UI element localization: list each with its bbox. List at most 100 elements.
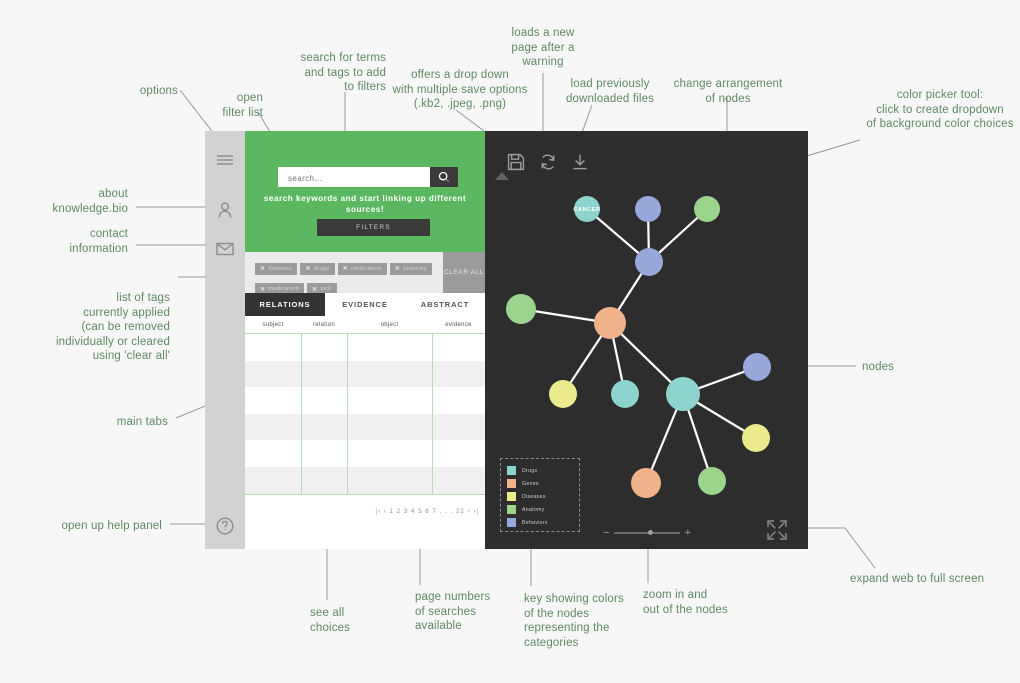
- expand-arrows-icon[interactable]: [766, 519, 790, 543]
- menu-icon[interactable]: [205, 143, 245, 177]
- tag-label: medication: [268, 286, 300, 292]
- app-window: search keywords and start linking up dif…: [205, 131, 808, 549]
- legend-row: Genes: [507, 477, 573, 490]
- clear-all-button[interactable]: CLEAR ALL: [443, 252, 485, 293]
- legend-swatch: [507, 518, 516, 527]
- zoom-slider-track[interactable]: [614, 530, 680, 536]
- annotation-key-colors: key showing colors of the nodes represen…: [524, 593, 624, 649]
- table-row[interactable]: [245, 387, 485, 414]
- tag-remove-icon[interactable]: ✕: [260, 286, 265, 293]
- table-row[interactable]: [245, 466, 485, 494]
- search-panel: search keywords and start linking up dif…: [245, 131, 485, 252]
- search-field-wrapper[interactable]: [278, 167, 430, 189]
- tag-remove-icon[interactable]: ✕: [343, 265, 348, 272]
- graph-node[interactable]: [742, 424, 770, 452]
- user-icon[interactable]: [205, 193, 245, 227]
- annotation-load-downloaded: load previously downloaded files: [565, 78, 655, 105]
- question-circle-glyph: [216, 517, 234, 535]
- graph-node[interactable]: [694, 196, 720, 222]
- annotation-search-for-terms: search for terms and tags to add to filt…: [300, 52, 386, 93]
- legend-swatch: [507, 479, 516, 488]
- column-header-relation: relation: [312, 321, 336, 328]
- envelope-glyph: [216, 242, 234, 256]
- legend-label: Behaviors: [522, 519, 548, 526]
- zoom-out-button[interactable]: −: [603, 527, 609, 539]
- hamburger-glyph: [217, 155, 233, 165]
- table-row[interactable]: [245, 440, 485, 467]
- graph-node[interactable]: [635, 196, 661, 222]
- tab-abstract[interactable]: ABSTRACT: [405, 293, 485, 316]
- tag-label: diabetes: [268, 265, 293, 272]
- search-input[interactable]: [286, 167, 430, 189]
- legend-label: Drugs: [522, 467, 538, 474]
- mail-icon[interactable]: [205, 232, 245, 266]
- annotation-zoom-in-out: zoom in and out of the nodes: [643, 589, 728, 616]
- tag-chip[interactable]: ✕ diabetes: [255, 262, 298, 275]
- annotation-change-arrangement: change arrangement of nodes: [673, 78, 783, 105]
- legend-row: Drugs: [507, 464, 573, 477]
- results-table: subject relation object evidence |‹ ‹ 1 2 3…: [245, 316, 485, 549]
- legend-row: Anatomy: [507, 503, 573, 516]
- graph-node-label: CANCER: [573, 207, 600, 213]
- tag-remove-icon[interactable]: ✕: [260, 265, 265, 272]
- graph-node[interactable]: [594, 307, 626, 339]
- tag-remove-icon[interactable]: ✕: [312, 286, 317, 293]
- table-row[interactable]: [245, 334, 485, 361]
- graph-node[interactable]: [635, 248, 663, 276]
- annotation-main-tabs: main tabs: [116, 416, 168, 428]
- tag-label: sick: [320, 286, 332, 292]
- search-icon: [438, 171, 450, 183]
- tag-strip: ✕ diabetes ✕ drugs ✕ medication ✕ anatomy ✕ medic…: [245, 252, 485, 295]
- annotation-options: options: [139, 85, 178, 97]
- zoom-slider-control[interactable]: − +: [603, 527, 691, 539]
- filters-button[interactable]: FILTERS: [317, 219, 430, 236]
- column-header-subject: subject: [262, 321, 284, 328]
- annotation-loads-new-page: loads a new page after a warning: [511, 27, 575, 68]
- table-row[interactable]: [245, 413, 485, 441]
- tag-chip[interactable]: ✕ medication: [337, 262, 387, 275]
- graph-node[interactable]: [743, 353, 771, 381]
- tag-label: anatomy: [403, 265, 428, 272]
- person-glyph: [218, 202, 232, 218]
- legend-row: Behaviors: [507, 516, 573, 529]
- legend-label: Anatomy: [522, 506, 545, 513]
- legend-label: Genes: [522, 480, 539, 487]
- legend-row: Diseases: [507, 490, 573, 503]
- pagination[interactable]: |‹ ‹ 1 2 3 4 5 6 7 . . . 22 › ›|: [245, 500, 485, 522]
- category-legend: Drugs Genes Diseases Anatomy Behaviors: [500, 458, 580, 532]
- annotation-see-all-choices: see all choices: [310, 607, 351, 634]
- graph-node[interactable]: [698, 467, 726, 495]
- tag-chip[interactable]: ✕ drugs: [300, 262, 335, 275]
- wireframe-stage: options open filter list search for terms …: [0, 0, 1020, 683]
- zoom-in-button[interactable]: +: [685, 527, 691, 539]
- table-row[interactable]: [245, 360, 485, 388]
- tab-relations[interactable]: RELATIONS: [245, 293, 325, 316]
- annotation-save-options: offers a drop down with multiple save op…: [392, 69, 528, 110]
- legend-swatch: [507, 466, 516, 475]
- table-header-row: subject relation object evidence: [245, 316, 485, 334]
- graph-node[interactable]: [549, 380, 577, 408]
- expand-glyph: [767, 520, 787, 540]
- zoom-slider-knob[interactable]: [648, 530, 654, 536]
- annotation-nodes: nodes: [862, 361, 895, 373]
- help-icon[interactable]: [205, 509, 245, 543]
- graph-panel: manual mode CANCER DrugsGenesDiseasesAna…: [485, 131, 808, 549]
- column-header-object: object: [380, 321, 399, 328]
- tag-label: medication: [351, 265, 382, 272]
- tag-label: drugs: [313, 265, 330, 272]
- graph-node[interactable]: [666, 377, 700, 411]
- graph-node[interactable]: [631, 468, 661, 498]
- tag-remove-icon[interactable]: ✕: [395, 265, 400, 272]
- legend-swatch: [507, 505, 516, 514]
- search-hint-text: search keywords and start linking up dif…: [263, 194, 467, 214]
- search-submit-button[interactable]: [430, 167, 458, 187]
- column-header-evidence: evidence: [445, 321, 472, 328]
- tag-remove-icon[interactable]: ✕: [305, 265, 310, 272]
- graph-node[interactable]: [611, 380, 639, 408]
- tag-list: ✕ diabetes ✕ drugs ✕ medication ✕ anatomy ✕ medic…: [255, 257, 440, 298]
- main-tabs: RELATIONS EVIDENCE ABSTRACT: [245, 293, 485, 316]
- tag-chip[interactable]: ✕ anatomy: [389, 262, 433, 275]
- tab-evidence[interactable]: EVIDENCE: [325, 293, 405, 316]
- annotation-page-numbers: page numbers of searches available: [415, 591, 491, 632]
- graph-node[interactable]: [506, 294, 536, 324]
